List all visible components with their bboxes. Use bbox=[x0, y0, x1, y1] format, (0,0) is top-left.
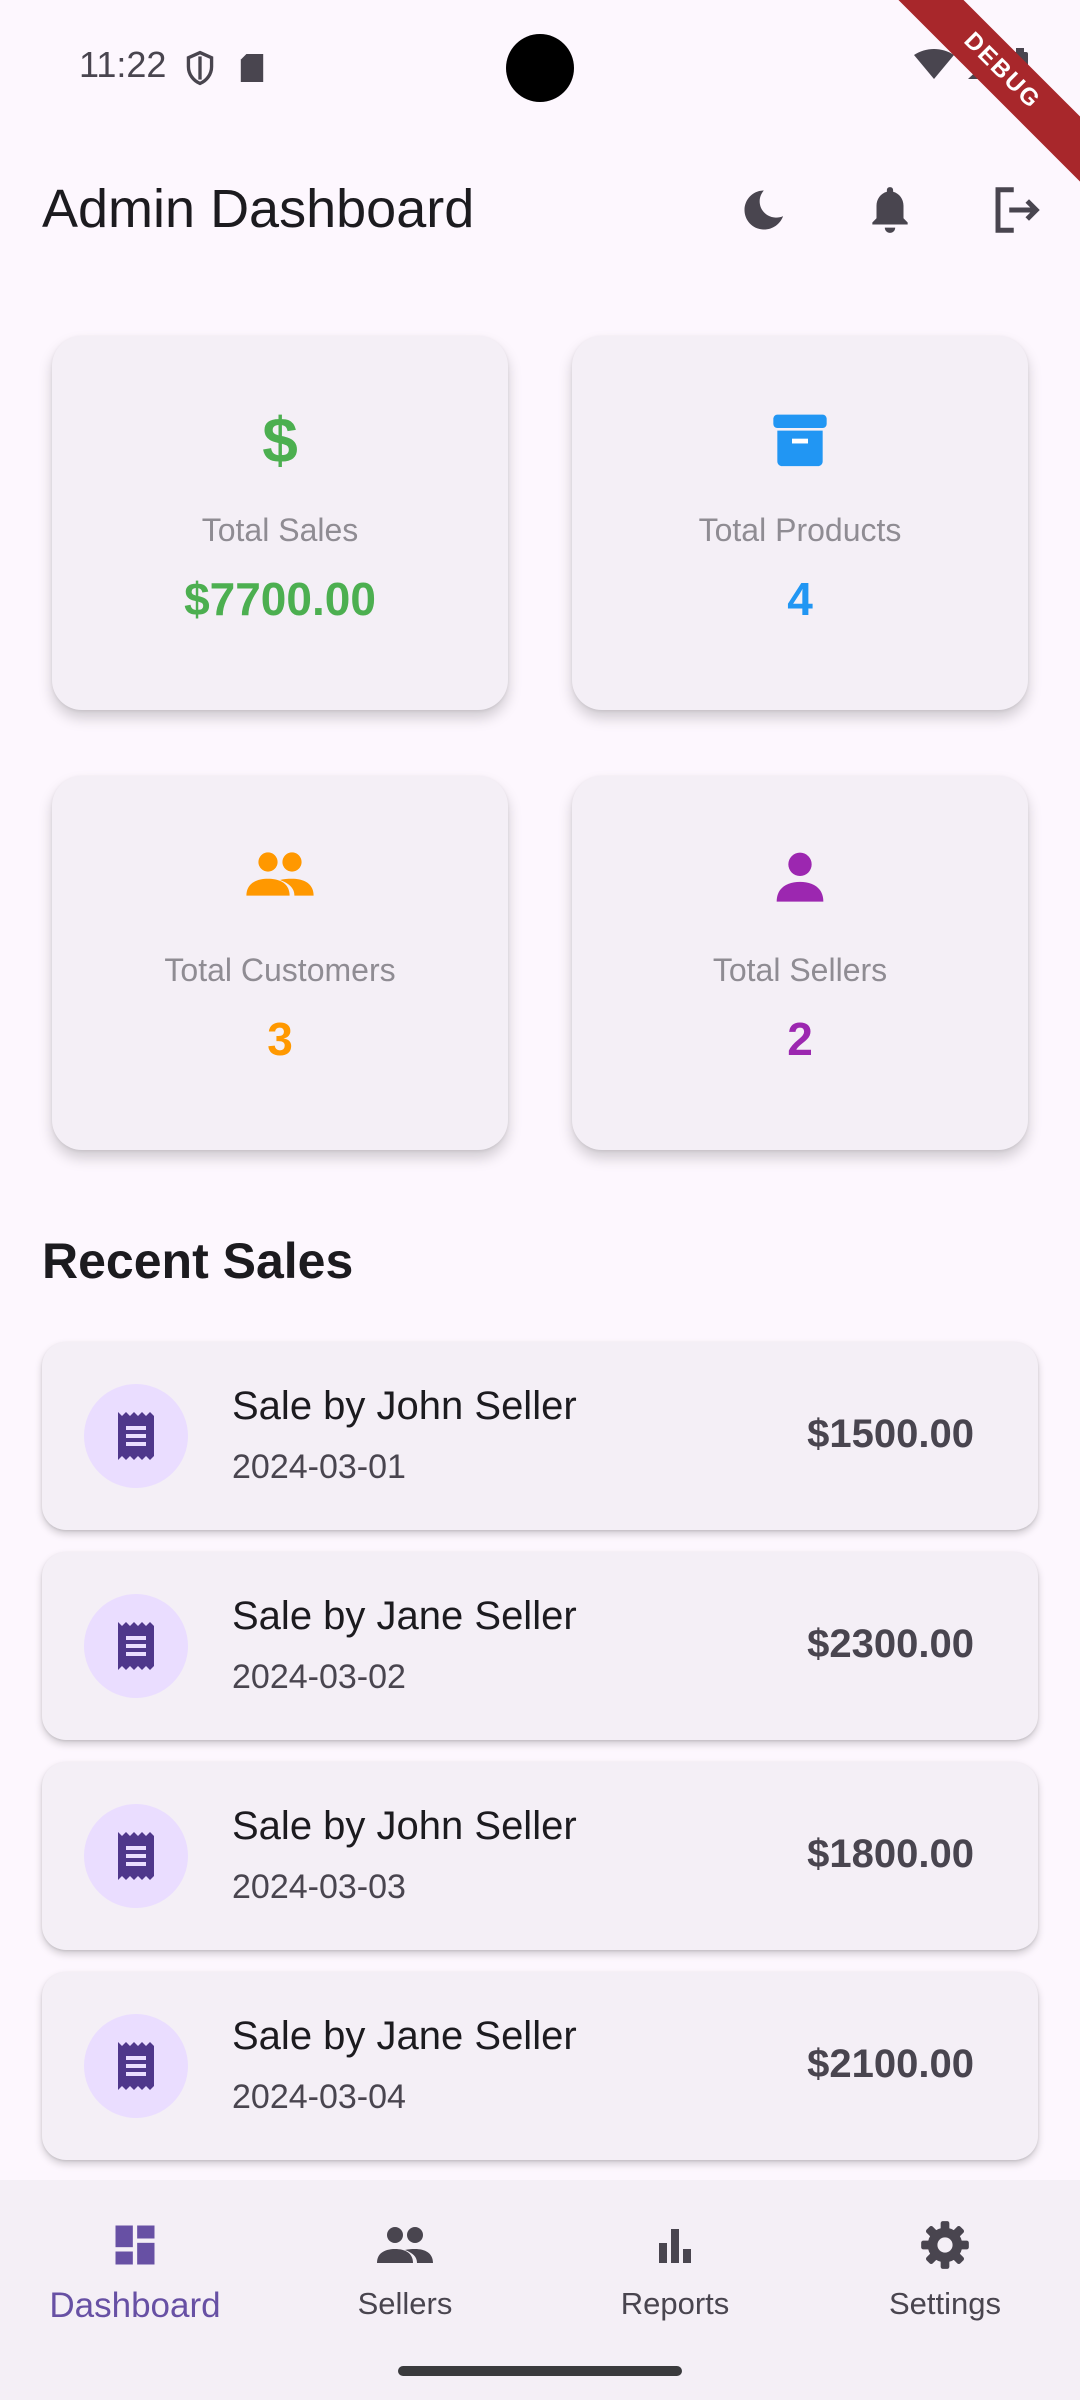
wifi-icon bbox=[914, 49, 954, 79]
receipt-icon bbox=[118, 2042, 154, 2090]
sale-date: 2024-03-02 bbox=[232, 1658, 406, 1696]
sale-title: Sale by Jane Seller bbox=[232, 2014, 577, 2058]
nav-label: Sellers bbox=[357, 2286, 453, 2321]
camera-cutout bbox=[506, 34, 574, 102]
stat-value: 2 bbox=[787, 1013, 813, 1065]
sale-avatar bbox=[84, 2014, 188, 2118]
theme-toggle-button[interactable] bbox=[724, 170, 804, 250]
app-bar: Admin Dashboard bbox=[0, 160, 1080, 260]
nav-item-reports[interactable]: Reports bbox=[540, 2210, 810, 2330]
archive-box-icon bbox=[773, 414, 827, 467]
people-icon bbox=[377, 2227, 433, 2263]
shield-icon bbox=[186, 50, 214, 86]
stat-label: Total Sellers bbox=[712, 952, 888, 988]
person-icon bbox=[776, 852, 824, 902]
nav-label: Settings bbox=[888, 2286, 1001, 2321]
status-bar: 11:22 DEBUG bbox=[0, 0, 1080, 194]
gear-icon bbox=[921, 2221, 969, 2269]
sale-amount: $1500.00 bbox=[807, 1412, 974, 1456]
nav-item-dashboard[interactable]: Dashboard bbox=[0, 2210, 270, 2330]
sale-list-item[interactable]: Sale by Jane Seller 2024-03-04 $2100.00 bbox=[42, 1972, 1038, 2160]
stat-value: 4 bbox=[787, 573, 813, 625]
dashboard-icon bbox=[115, 2225, 155, 2265]
people-icon bbox=[246, 852, 314, 896]
receipt-icon bbox=[118, 1832, 154, 1880]
stat-value: 3 bbox=[267, 1013, 293, 1065]
stat-card-total-customers[interactable]: Total Customers 3 bbox=[52, 776, 508, 1150]
sale-title: Sale by John Seller bbox=[232, 1804, 577, 1848]
sale-date: 2024-03-04 bbox=[232, 2078, 406, 2116]
status-time: 11:22 bbox=[79, 44, 167, 85]
receipt-icon bbox=[118, 1622, 154, 1670]
stat-label: Total Products bbox=[698, 512, 902, 548]
logout-button[interactable] bbox=[976, 170, 1056, 250]
sale-amount: $1800.00 bbox=[807, 1832, 974, 1876]
sale-title: Sale by John Seller bbox=[232, 1384, 577, 1428]
nav-item-sellers[interactable]: Sellers bbox=[270, 2210, 540, 2330]
gesture-handle[interactable] bbox=[398, 2366, 682, 2376]
stat-label: Total Customers bbox=[164, 952, 396, 988]
sale-avatar bbox=[84, 1804, 188, 1908]
stat-card-total-sales[interactable]: $ Total Sales $7700.00 bbox=[52, 336, 508, 710]
nav-label: Reports bbox=[620, 2286, 730, 2321]
sd-card-icon bbox=[240, 54, 264, 82]
stat-card-total-products[interactable]: Total Products 4 bbox=[572, 336, 1028, 710]
notifications-button[interactable] bbox=[850, 170, 930, 250]
section-title-recent-sales: Recent Sales bbox=[42, 1233, 354, 1289]
sale-avatar bbox=[84, 1594, 188, 1698]
svg-text:$: $ bbox=[262, 408, 298, 472]
bar-chart-icon bbox=[659, 2229, 691, 2263]
sale-date: 2024-03-01 bbox=[232, 1448, 406, 1486]
sale-title: Sale by Jane Seller bbox=[232, 1594, 577, 1638]
dark-mode-icon bbox=[744, 190, 784, 230]
sale-amount: $2100.00 bbox=[807, 2042, 974, 2086]
stat-card-total-sellers[interactable]: Total Sellers 2 bbox=[572, 776, 1028, 1150]
page-title: Admin Dashboard bbox=[42, 179, 475, 239]
sale-list-item[interactable]: Sale by Jane Seller 2024-03-02 $2300.00 bbox=[42, 1552, 1038, 1740]
receipt-icon bbox=[118, 1412, 154, 1460]
notifications-icon bbox=[872, 187, 908, 233]
nav-label: Dashboard bbox=[49, 2286, 221, 2325]
sale-amount: $2300.00 bbox=[807, 1622, 974, 1666]
dollar-icon: $ bbox=[262, 408, 298, 472]
stat-label: Total Sales bbox=[201, 512, 359, 548]
sale-date: 2024-03-03 bbox=[232, 1868, 406, 1906]
logout-icon bbox=[995, 187, 1040, 233]
sale-list-item[interactable]: Sale by John Seller 2024-03-01 $1500.00 bbox=[42, 1342, 1038, 1530]
sale-avatar bbox=[84, 1384, 188, 1488]
stat-value: $7700.00 bbox=[184, 573, 376, 625]
sale-list-item[interactable]: Sale by John Seller 2024-03-03 $1800.00 bbox=[42, 1762, 1038, 1950]
nav-item-settings[interactable]: Settings bbox=[810, 2210, 1080, 2330]
